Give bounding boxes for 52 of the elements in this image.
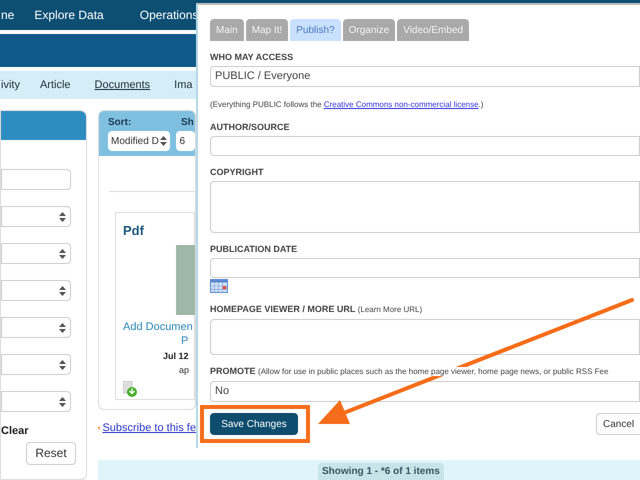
sort-select[interactable]: Modified D [108, 131, 170, 151]
field-label: WHO MAY ACCESS [210, 51, 294, 64]
text-field[interactable] [1, 169, 71, 190]
up-down-caret-icon [160, 136, 168, 146]
select-field[interactable] [1, 354, 71, 375]
select-field[interactable] [1, 206, 71, 227]
field-label: PROMOTE (Allow for use in public places such as the home page viewer, home page news, or public RSS Fee [210, 365, 610, 378]
caption-text: ap [179, 364, 190, 377]
up-down-caret-icon [59, 286, 66, 296]
nav-link[interactable]: Operations [140, 6, 198, 24]
file-download-icon [123, 381, 137, 397]
text-field[interactable] [210, 136, 640, 156]
text-area[interactable] [210, 181, 640, 233]
tab[interactable]: Article [40, 76, 71, 94]
show-label: Sh [181, 116, 194, 130]
license-link[interactable]: Creative Commons non-commercial license [324, 100, 479, 109]
results-count: Showing 1 - *6 of 1 items [318, 463, 444, 480]
date-field[interactable] [210, 258, 640, 278]
up-down-caret-icon [59, 212, 66, 222]
up-down-caret-icon [59, 248, 66, 258]
field-label: PUBLICATION DATE [210, 243, 298, 256]
select-field[interactable]: PUBLIC / Everyone [210, 66, 640, 87]
subscribe-link[interactable]: Subscribe to this fe [98, 420, 196, 436]
tab[interactable]: Documents [94, 76, 150, 94]
nav-link[interactable]: Explore Data [34, 6, 104, 24]
nav-link[interactable]: ne [1, 6, 14, 24]
tab[interactable]: ivity [1, 76, 20, 94]
select-field[interactable]: No [210, 381, 640, 402]
up-down-caret-icon [59, 360, 66, 370]
sort-label: Sort: [108, 116, 132, 130]
tab[interactable]: Ima [174, 76, 192, 94]
save-button[interactable]: Save Changes [210, 413, 298, 435]
show-select[interactable]: 6 [176, 131, 195, 151]
card-title: Pdf [123, 222, 145, 240]
field-label: AUTHOR/SOURCE [210, 121, 291, 134]
reset-button[interactable]: Reset [26, 442, 76, 464]
document-link[interactable]: Add Documen [123, 318, 194, 335]
select-field[interactable] [1, 243, 71, 264]
field-label: COPYRIGHT [210, 166, 265, 179]
select-field[interactable] [1, 391, 71, 412]
cancel-button[interactable]: Cancel [596, 413, 640, 435]
select-field[interactable] [1, 317, 71, 338]
date-text: Jul 12 [163, 350, 190, 363]
text-area[interactable] [210, 319, 640, 355]
calendar-icon[interactable] [210, 279, 228, 293]
up-down-caret-icon [59, 322, 66, 332]
up-down-caret-icon [59, 396, 66, 406]
field-label: HOMEPAGE VIEWER / MORE URL (Learn More URL) [210, 303, 424, 316]
select-field[interactable] [1, 280, 71, 301]
clear-label: Clear [1, 424, 30, 439]
note-text: (Everything PUBLIC follows the Creative Commons non-commercial license.) [210, 99, 484, 111]
document-link[interactable]: P [181, 335, 194, 348]
